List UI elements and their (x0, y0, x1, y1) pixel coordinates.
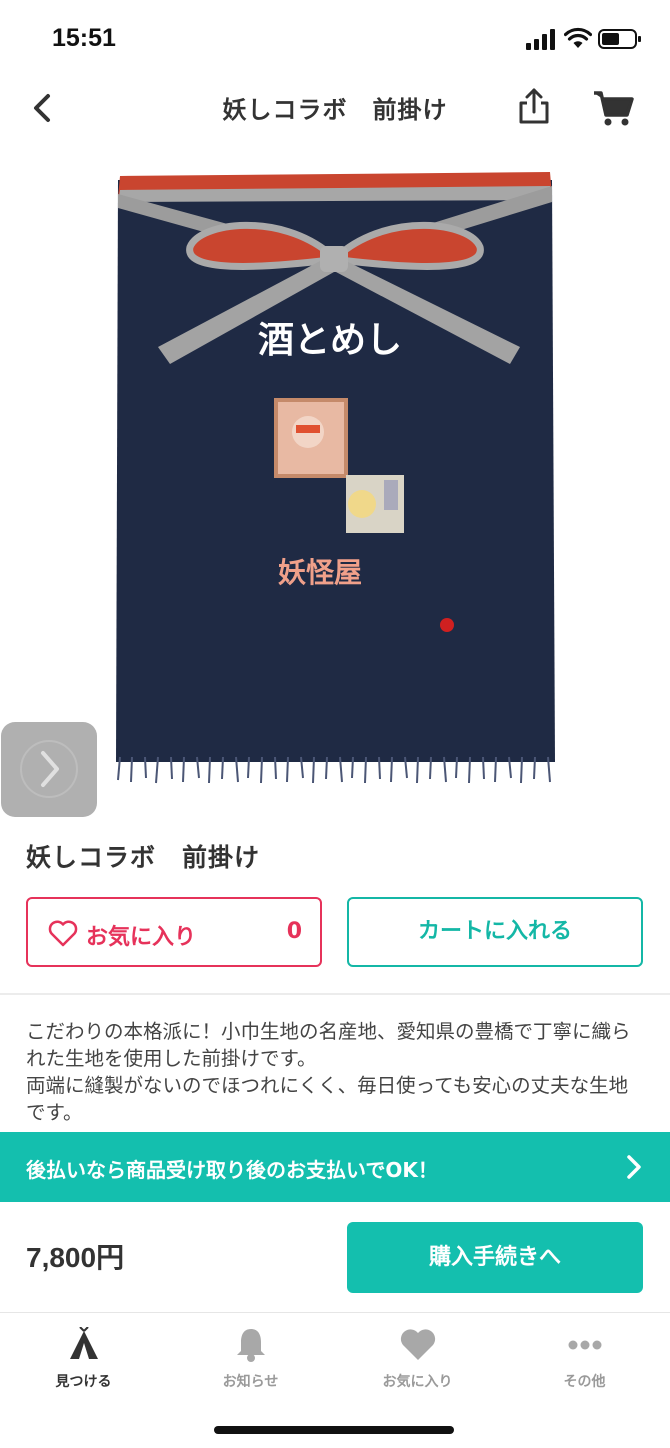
heart-icon (400, 1329, 435, 1360)
navigation-bar: 妖しコラボ 前掛け (0, 80, 670, 140)
tab-label: その他 (563, 1374, 606, 1390)
cart-icon[interactable] (592, 88, 634, 128)
deferred-payment-banner[interactable]: 後払いなら商品受け取り後のお支払いでOK！ (0, 1132, 670, 1202)
tab-discover[interactable]: 見つける (0, 1327, 167, 1407)
tab-label: 見つける (55, 1374, 112, 1390)
divider (0, 993, 670, 995)
home-indicator (214, 1426, 454, 1434)
apron-text-bottom: 妖怪屋 (278, 556, 362, 589)
tab-label: お知らせ (222, 1374, 279, 1390)
apron-text-top: 酒とめし (258, 320, 402, 361)
status-time: 15:51 (52, 24, 116, 52)
purchase-button[interactable]: 購入手続きへ (347, 1222, 643, 1293)
battery-icon (598, 29, 641, 49)
status-bar: 15:51 (0, 0, 670, 80)
share-icon[interactable] (514, 86, 554, 126)
heart-outline-icon (48, 920, 78, 947)
description-line: 両端に縫製がないのでほつれにくく、毎日使っても安心の丈夫な生地です。 (26, 1074, 629, 1124)
cellular-signal-icon (526, 29, 555, 50)
chevron-right-icon (627, 1155, 641, 1179)
product-title: 妖しコラボ 前掛け (26, 843, 261, 872)
tab-favorites[interactable]: お気に入り (334, 1327, 501, 1407)
favorite-count: 0 (286, 919, 302, 944)
description-line: こだわりの本格派に！小巾生地の名産地、愛知県の豊橋で丁寧に織られた生地を使用した… (26, 1020, 631, 1070)
tab-notifications[interactable]: お知らせ (167, 1327, 334, 1407)
product-description: こだわりの本格派に！小巾生地の名産地、愛知県の豊橋で丁寧に織られた生地を使用した… (26, 1018, 646, 1126)
bell-icon (236, 1329, 265, 1362)
chevron-right-icon (20, 740, 78, 798)
product-image[interactable]: 酒とめし 妖怪屋 (0, 142, 670, 812)
payment-banner-text: 後払いなら商品受け取り後のお支払いでOK！ (26, 1158, 438, 1182)
next-image-button[interactable] (1, 722, 97, 817)
page-title: 妖しコラボ 前掛け (222, 96, 448, 124)
wifi-icon (564, 27, 592, 48)
more-dots-icon (568, 1340, 601, 1350)
favorite-label: お気に入り (86, 925, 197, 950)
price: 7,800円 (26, 1242, 125, 1273)
apron-illustration: 酒とめし 妖怪屋 (116, 172, 555, 784)
tent-icon (69, 1327, 98, 1359)
add-to-cart-button[interactable]: カートに入れる (347, 897, 643, 967)
favorite-button[interactable]: お気に入り 0 (26, 897, 322, 967)
tab-more[interactable]: その他 (501, 1327, 668, 1407)
tab-label: お気に入り (382, 1374, 453, 1390)
